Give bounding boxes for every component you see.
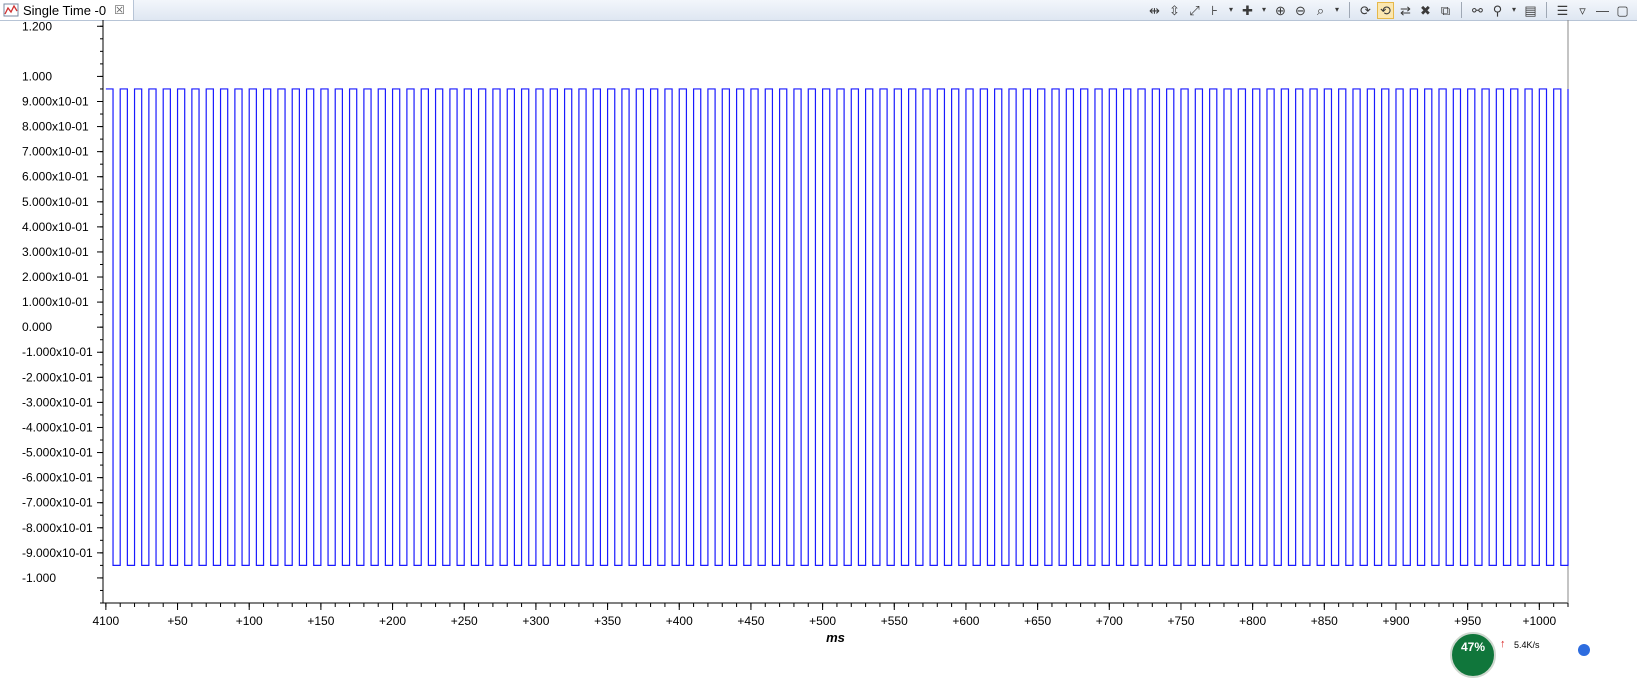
y-tick-label: -1.000x10-01 — [22, 345, 93, 359]
x-tick-label: +250 — [451, 614, 478, 628]
chart-view-icon — [3, 3, 19, 17]
auto-scale-y-icon[interactable]: ⇳ — [1166, 2, 1183, 19]
delete-icon[interactable]: ✖ — [1417, 2, 1434, 19]
x-axis-unit: ms — [826, 630, 845, 645]
dropdown-arrow-icon[interactable]: ▾ — [1509, 2, 1519, 19]
zoom-in-icon[interactable]: ⊕ — [1272, 2, 1289, 19]
y-tick-label: 0.000 — [22, 320, 52, 334]
tab-title: Single Time -0 — [23, 2, 107, 18]
x-tick-label: +900 — [1382, 614, 1409, 628]
pin-icon[interactable]: ⚲ — [1489, 2, 1506, 19]
x-tick-label: +500 — [809, 614, 836, 628]
upload-arrow-icon: ↑ — [1500, 638, 1506, 650]
dropdown-arrow-icon[interactable]: ▾ — [1259, 2, 1269, 19]
add-marker-icon[interactable]: ✚ — [1239, 2, 1256, 19]
auto-scale-all-icon[interactable]: ⤢ — [1186, 2, 1203, 19]
x-tick-label: +650 — [1024, 614, 1051, 628]
y-tick-label: 7.000x10-01 — [22, 145, 89, 159]
y-tick-label: -5.000x10-01 — [22, 446, 93, 460]
x-tick-label: +1000 — [1522, 614, 1556, 628]
y-tick-label: 1.000 — [22, 69, 52, 83]
x-tick-label: +800 — [1239, 614, 1266, 628]
list-icon[interactable]: ☰ — [1554, 2, 1571, 19]
y-tick-label: -4.000x10-01 — [22, 420, 93, 434]
y-tick-label: 8.000x10-01 — [22, 120, 89, 134]
y-tick-label: 6.000x10-01 — [22, 170, 89, 184]
sync-icon[interactable]: ⇄ — [1397, 2, 1414, 19]
dropdown-arrow-icon[interactable]: ▾ — [1332, 2, 1342, 19]
x-tick-label: +750 — [1167, 614, 1194, 628]
y-tick-label: 1.000x10-01 — [22, 295, 89, 309]
toolbar-separator — [1546, 2, 1547, 18]
y-tick-label: -3.000x10-01 — [22, 395, 93, 409]
x-tick-label: +350 — [594, 614, 621, 628]
x-tick-label: +850 — [1311, 614, 1338, 628]
x-tick-label: +300 — [522, 614, 549, 628]
refresh-all-icon[interactable]: ⟲ — [1377, 1, 1394, 19]
zoom-area-icon[interactable]: ⌕ — [1312, 2, 1329, 19]
y-tick-label: -7.000x10-01 — [22, 496, 93, 510]
y-tick-label: -6.000x10-01 — [22, 471, 93, 485]
system-tray-widget: 47% ↑ 5.4K/s — [1450, 632, 1637, 679]
x-tick-label: +50 — [167, 614, 188, 628]
memory-gauge[interactable]: 47% — [1450, 632, 1496, 678]
close-icon[interactable]: ☒ — [114, 3, 125, 17]
signal-series-line[interactable] — [105, 88, 1569, 566]
toolbar-separator — [1349, 2, 1350, 18]
binoculars-icon[interactable]: ⚯ — [1469, 2, 1486, 19]
minimize-icon[interactable]: — — [1594, 2, 1611, 19]
view-menu-icon[interactable]: ▿ — [1574, 2, 1591, 19]
y-tick-label: -1.000 — [22, 571, 56, 585]
y-tick-label: -8.000x10-01 — [22, 521, 93, 535]
layout-icon[interactable]: ▤ — [1522, 2, 1539, 19]
x-tick-label: +400 — [666, 614, 693, 628]
export-icon[interactable]: ⧉ — [1437, 2, 1454, 19]
tab-single-time[interactable]: Single Time -0 ☒ — [0, 0, 134, 20]
time-plot[interactable]: 1.200 1.000 9.000x10-01 8.000x10-01 7.000x10… — [0, 20, 1637, 650]
x-tick-label: 4100 — [93, 614, 120, 628]
refresh-icon[interactable]: ⟳ — [1357, 2, 1374, 19]
x-tick-label: +700 — [1096, 614, 1123, 628]
view-toolbar: ⇹ ⇳ ⤢ ⊦ ▾ ✚ ▾ ⊕ ⊖ ⌕ ▾ ⟳ ⟲ ⇄ ✖ ⧉ ⚯ ⚲ ▾ ▤ ☰ ▿ — ▢ — [1146, 1, 1631, 19]
y-tick-label: 1.200 — [22, 20, 52, 33]
y-tick-label: 9.000x10-01 — [22, 94, 89, 108]
dropdown-arrow-icon[interactable]: ▾ — [1226, 2, 1236, 19]
x-tick-label: +950 — [1454, 614, 1481, 628]
network-speed-text: 5.4K/s — [1514, 640, 1540, 650]
x-tick-label: +550 — [881, 614, 908, 628]
auto-scale-x-icon[interactable]: ⇹ — [1146, 2, 1163, 19]
y-tick-label: -2.000x10-01 — [22, 370, 93, 384]
toolbar-separator — [1461, 2, 1462, 18]
zoom-out-icon[interactable]: ⊖ — [1292, 2, 1309, 19]
maximize-icon[interactable]: ▢ — [1614, 2, 1631, 19]
y-tick-label: -9.000x10-01 — [22, 546, 93, 560]
x-tick-label: +600 — [952, 614, 979, 628]
x-tick-label: +100 — [236, 614, 263, 628]
x-tick-label: +150 — [307, 614, 334, 628]
x-tick-label: +200 — [379, 614, 406, 628]
cursor-marker-icon[interactable]: ⊦ — [1206, 2, 1223, 19]
status-ball-icon — [1578, 644, 1590, 656]
x-tick-label: +450 — [737, 614, 764, 628]
y-tick-label: 4.000x10-01 — [22, 220, 89, 234]
y-tick-label: 3.000x10-01 — [22, 245, 89, 259]
y-tick-label: 5.000x10-01 — [22, 195, 89, 209]
y-tick-label: 2.000x10-01 — [22, 270, 89, 284]
view-titlebar: Single Time -0 ☒ ⇹ ⇳ ⤢ ⊦ ▾ ✚ ▾ ⊕ ⊖ ⌕ ▾ ⟳ ⟲ ⇄ ✖ ⧉ ⚯ ⚲ ▾ ▤ ☰ ▿ —… — [0, 0, 1637, 21]
